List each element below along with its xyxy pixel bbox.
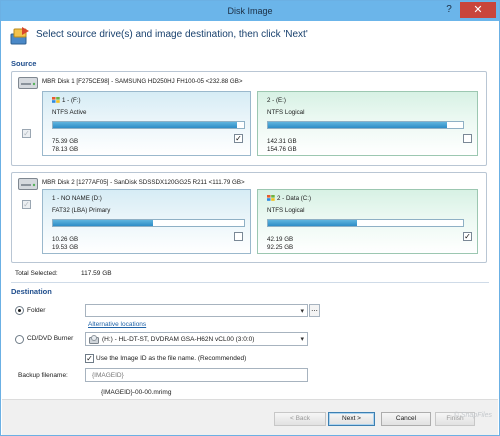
partition-filesystem: NTFS Logical [267,109,305,116]
filename-preview: {IMAGEID}-00-00.mrimg [101,389,172,396]
wizard-footer: < Back Next > Cancel Finish © SnapFiles [2,399,498,435]
partition-checkbox[interactable]: ✓ [463,232,472,241]
disk-1-checkbox[interactable]: ✓ [22,129,31,138]
back-button[interactable]: < Back [274,412,326,426]
partition-checkbox[interactable] [234,232,243,241]
partition-usage-fill [53,220,154,226]
partition-name: 2 - (E:) [267,97,286,104]
chevron-down-icon: ▾ [300,308,304,315]
partition-filesystem: FAT32 (LBA) Primary [52,207,111,214]
alternative-locations-link[interactable]: Alternative locations [88,321,146,328]
cancel-button[interactable]: Cancel [381,412,431,426]
disk-1-panel: MBR Disk 1 [F275CE98] - SAMSUNG HD250HJ … [11,71,487,166]
next-button[interactable]: Next > [328,412,375,426]
disk-1-partition-1[interactable]: 1 - (F:) NTFS Active 75.39 GB 78.13 GB ✓ [42,91,251,156]
partition-usage-bar [52,121,245,129]
clone-disk-icon [10,27,29,45]
disk-2-panel: MBR Disk 2 [1277AF05] - SanDisk SDSSDX12… [11,172,487,263]
partition-usage-fill [268,220,358,226]
burner-dropdown[interactable]: (H:) - HL-DT-ST, DVDRAM GSA-H62N vCL00 (… [85,332,308,346]
chevron-down-icon: ▾ [300,336,304,343]
partition-usage-bar [267,219,464,227]
partition-filesystem: NTFS Logical [267,207,305,214]
partition-name: 1 - NO NAME (D:) [52,195,102,202]
disk-image-window: Disk Image ? ✕ Select source drive(s) an… [0,0,500,436]
watermark: © SnapFiles [453,412,492,419]
partition-total: 78.13 GB [52,146,79,153]
optical-drive-icon [89,335,99,344]
disk-2-title: MBR Disk 2 [1277AF05] - SanDisk SDSSDX12… [42,179,245,186]
partition-usage-bar [52,219,245,227]
hard-drive-icon [18,178,38,190]
burner-value: (H:) - HL-DT-ST, DVDRAM GSA-H62N vCL00 (… [102,336,255,343]
partition-used: 142.31 GB [267,138,297,145]
section-divider [11,282,489,283]
partition-name-label: 2 - Data (C:) [277,195,312,202]
total-selected-label: Total Selected: [15,270,58,277]
partition-used: 42.19 GB [267,236,294,243]
instruction-text: Select source drive(s) and image destina… [36,29,308,40]
partition-used: 75.39 GB [52,138,79,145]
disk-2-partition-2[interactable]: 2 - Data (C:) NTFS Logical 42.19 GB 92.2… [257,189,478,254]
hard-drive-icon [18,77,38,89]
partition-checkbox[interactable] [463,134,472,143]
windows-logo-icon [52,97,60,103]
partition-used: 10.26 GB [52,236,79,243]
disk-1-title: MBR Disk 1 [F275CE98] - SAMSUNG HD250HJ … [42,78,243,85]
partition-name-label: 1 - (F:) [62,97,81,104]
partition-usage-bar [267,121,464,129]
window-title: Disk Image [227,6,273,16]
use-image-id-label: Use the Image ID as the file name. (Reco… [96,355,247,362]
partition-name: 1 - (F:) [52,97,81,104]
cd-dvd-radio[interactable] [15,335,24,344]
disk-2-checkbox[interactable]: ✓ [22,200,31,209]
destination-section-label: Destination [11,287,52,296]
close-button[interactable]: ✕ [460,2,496,18]
browse-button[interactable]: ... [309,304,320,317]
partition-total: 92.25 GB [267,244,294,251]
partition-total: 19.53 GB [52,244,79,251]
folder-radio[interactable] [15,306,24,315]
partition-name: 2 - Data (C:) [267,195,311,202]
folder-dropdown[interactable]: ▾ [85,304,308,317]
partition-checkbox[interactable]: ✓ [234,134,243,143]
disk-2-partition-1[interactable]: 1 - NO NAME (D:) FAT32 (LBA) Primary 10.… [42,189,251,254]
source-section-label: Source [11,59,37,68]
help-button[interactable]: ? [442,2,456,18]
backup-filename-input[interactable] [85,368,308,382]
cd-dvd-label: CD/DVD Burner [27,335,74,342]
folder-label: Folder [27,307,46,314]
partition-total: 154.76 GB [267,146,297,153]
total-selected-value: 117.59 GB [81,270,112,277]
windows-logo-icon [267,195,275,201]
title-bar[interactable]: Disk Image ? ✕ [1,1,499,21]
partition-filesystem: NTFS Active [52,109,87,116]
disk-1-partition-2[interactable]: 2 - (E:) NTFS Logical 142.31 GB 154.76 G… [257,91,478,156]
partition-usage-fill [53,122,238,128]
partition-usage-fill [268,122,448,128]
backup-filename-label: Backup filename: [18,372,68,379]
use-image-id-checkbox[interactable]: ✓ [85,354,94,363]
